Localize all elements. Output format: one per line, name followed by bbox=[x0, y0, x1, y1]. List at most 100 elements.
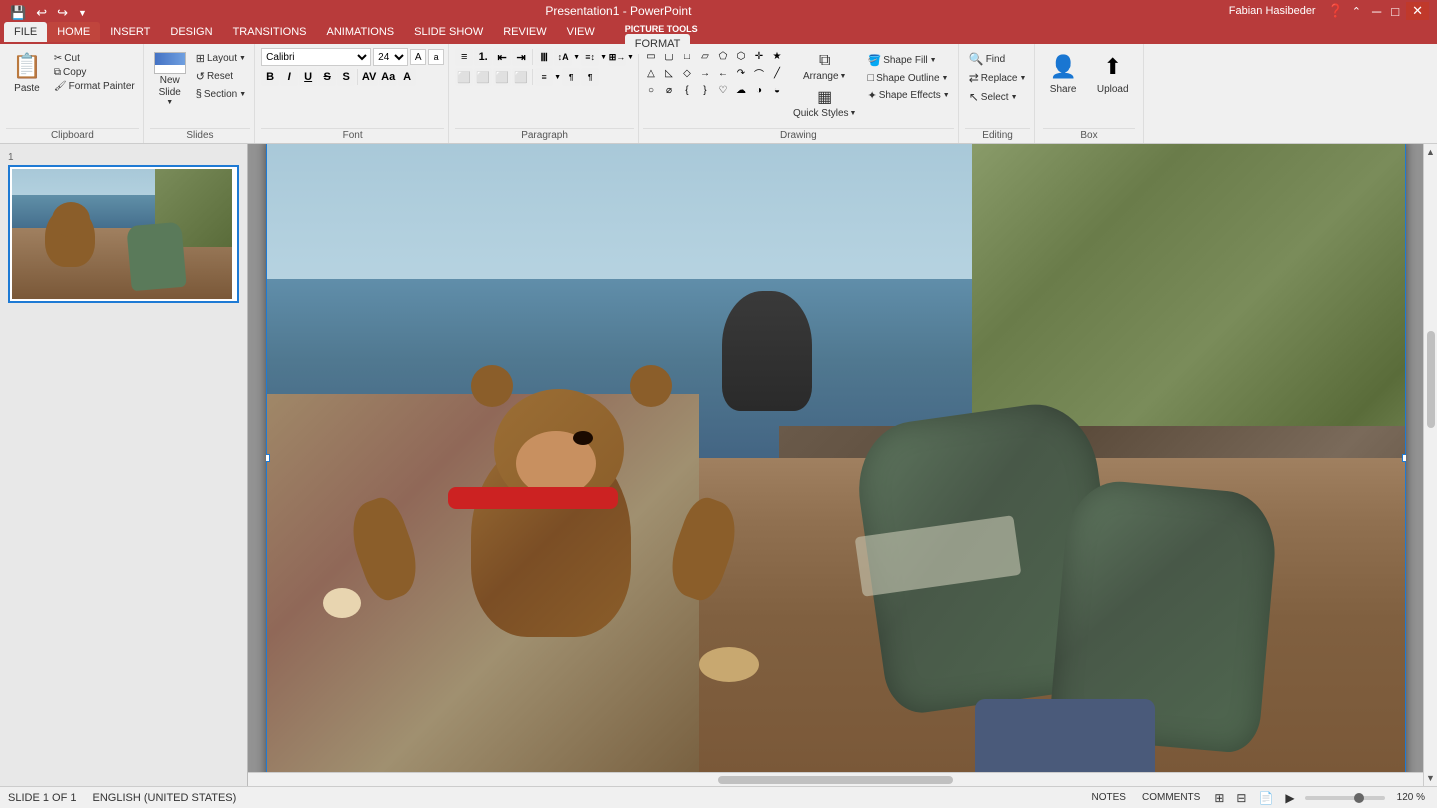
paste-button[interactable]: 📋 Paste bbox=[6, 48, 48, 98]
tab-transitions[interactable]: TRANSITIONS bbox=[223, 22, 317, 42]
textdir-dropdown[interactable]: ▼ bbox=[573, 54, 580, 61]
horizontal-scrollbar[interactable] bbox=[248, 772, 1423, 786]
save-icon[interactable]: 💾 bbox=[8, 4, 28, 22]
tab-view[interactable]: VIEW bbox=[557, 22, 605, 42]
arrange-button[interactable]: ⧉ Arrange ▼ bbox=[789, 50, 861, 84]
shape-plus[interactable]: ✛ bbox=[751, 48, 767, 64]
qat-dropdown-icon[interactable]: ▼ bbox=[76, 7, 89, 19]
close-btn[interactable]: ✕ bbox=[1406, 2, 1429, 20]
shape-custom2[interactable]: ◒ bbox=[769, 82, 785, 98]
justify-button[interactable]: ⬜ bbox=[512, 68, 530, 86]
linespacing-dropdown[interactable]: ▼ bbox=[554, 74, 561, 81]
underline-button[interactable]: U bbox=[299, 68, 317, 86]
aligntext-dropdown[interactable]: ▼ bbox=[600, 54, 607, 61]
quick-styles-button[interactable]: ▦ Quick Styles ▼ bbox=[789, 85, 861, 121]
decrease-indent-button[interactable]: ⇤ bbox=[493, 48, 511, 66]
font-color-button[interactable]: A bbox=[398, 68, 416, 86]
slide-thumbnail[interactable] bbox=[8, 165, 239, 303]
scrollbar-v-thumb[interactable] bbox=[1427, 331, 1435, 427]
rtl-button[interactable]: ¶ bbox=[562, 68, 580, 86]
layout-button[interactable]: ⊞ Layout ▼ bbox=[192, 50, 250, 67]
shape-freeform[interactable]: ⌀ bbox=[661, 82, 677, 98]
view-normal-btn[interactable]: ⊞ bbox=[1212, 791, 1226, 805]
section-button[interactable]: § Section ▼ bbox=[192, 86, 250, 102]
shape-arrow-left[interactable]: ← bbox=[715, 65, 731, 81]
shape-fill-button[interactable]: 🪣 Shape Fill ▼ bbox=[863, 52, 953, 69]
redo-icon[interactable]: ↪ bbox=[55, 4, 70, 22]
tab-file[interactable]: FILE bbox=[4, 22, 47, 42]
replace-button[interactable]: ⇄ Replace ▼ bbox=[965, 69, 1031, 87]
tab-design[interactable]: DESIGN bbox=[160, 22, 222, 42]
tab-format[interactable]: FORMAT bbox=[625, 34, 691, 54]
charspacing-button[interactable]: AV bbox=[360, 68, 378, 86]
view-reading-btn[interactable]: 📄 bbox=[1256, 791, 1275, 805]
shape-line[interactable]: ╱ bbox=[769, 65, 785, 81]
select-button[interactable]: ↖ Select ▼ bbox=[965, 88, 1031, 106]
comments-button[interactable]: COMMENTS bbox=[1138, 791, 1204, 804]
zoom-thumb[interactable] bbox=[1354, 793, 1364, 803]
shape-curved-arrow[interactable]: ↷ bbox=[733, 65, 749, 81]
textshadow-button[interactable]: S bbox=[337, 68, 355, 86]
tab-insert[interactable]: INSERT bbox=[100, 22, 160, 42]
canvas-area[interactable] bbox=[248, 144, 1423, 772]
new-slide-button[interactable]: New Slide ▼ bbox=[150, 48, 190, 110]
shape-pentagon[interactable]: ⬠ bbox=[715, 48, 731, 64]
increase-font-button[interactable]: A bbox=[410, 49, 426, 65]
shape-custom1[interactable]: ◑ bbox=[751, 82, 767, 98]
scrollbar-h-thumb[interactable] bbox=[718, 776, 953, 784]
zoom-level[interactable]: 120 % bbox=[1393, 792, 1429, 803]
scrollbar-up-arrow[interactable]: ▲ bbox=[1423, 144, 1437, 160]
cols-button[interactable]: Ⅲ bbox=[535, 48, 553, 66]
shape-right-triangle[interactable]: ◺ bbox=[661, 65, 677, 81]
strikethrough-button[interactable]: S bbox=[318, 68, 336, 86]
shape-hexagon[interactable]: ⬡ bbox=[733, 48, 749, 64]
smartart-dropdown[interactable]: ▼ bbox=[627, 54, 634, 61]
shape-connector[interactable]: ⌒ bbox=[751, 65, 767, 81]
shape-outline-button[interactable]: □ Shape Outline ▼ bbox=[863, 70, 953, 86]
reset-button[interactable]: ↺ Reset bbox=[192, 68, 250, 85]
copy-button[interactable]: ⧉ Copy bbox=[50, 66, 139, 79]
shape-brace[interactable]: { bbox=[679, 82, 695, 98]
view-slidesorter-btn[interactable]: ⊟ bbox=[1234, 791, 1248, 805]
cut-button[interactable]: ✂ Cut bbox=[50, 52, 139, 65]
view-slideshow-btn[interactable]: ▶ bbox=[1283, 791, 1296, 805]
bullets-button[interactable]: ≡ bbox=[455, 48, 473, 66]
bold-button[interactable]: B bbox=[261, 68, 279, 86]
ltr-button[interactable]: ¶ bbox=[581, 68, 599, 86]
increase-indent-button[interactable]: ⇥ bbox=[512, 48, 530, 66]
shape-arrow-right[interactable]: → bbox=[697, 65, 713, 81]
shape-cloud[interactable]: ☁ bbox=[733, 82, 749, 98]
align-center-button[interactable]: ⬜ bbox=[474, 68, 492, 86]
minimize-btn[interactable]: ─ bbox=[1369, 4, 1384, 19]
share-button[interactable]: 👤 Share bbox=[1043, 52, 1082, 97]
notes-button[interactable]: NOTES bbox=[1088, 791, 1130, 804]
shape-oval[interactable]: ○ bbox=[643, 82, 659, 98]
numbering-button[interactable]: 1. bbox=[474, 48, 492, 66]
vertical-scrollbar[interactable]: ▲ ▼ bbox=[1423, 144, 1437, 786]
align-left-button[interactable]: ⬜ bbox=[455, 68, 473, 86]
shape-brace2[interactable]: } bbox=[697, 82, 713, 98]
aligntext-button[interactable]: ≡↕ bbox=[581, 48, 599, 66]
upload-button[interactable]: ⬆ Upload bbox=[1091, 52, 1135, 97]
undo-icon[interactable]: ↩ bbox=[34, 4, 49, 22]
scrollbar-down-arrow[interactable]: ▼ bbox=[1423, 770, 1437, 786]
shape-diamond[interactable]: ◇ bbox=[679, 65, 695, 81]
help-icon[interactable]: ❓ bbox=[1328, 3, 1344, 19]
find-button[interactable]: 🔍 Find bbox=[965, 50, 1031, 68]
new-slide-dropdown[interactable]: ▼ bbox=[166, 99, 173, 106]
shape-heart[interactable]: ♡ bbox=[715, 82, 731, 98]
clear-formatting-button[interactable]: Aa bbox=[379, 68, 397, 86]
ribbon-collapse-icon[interactable]: ⌃ bbox=[1352, 5, 1361, 18]
tab-review[interactable]: REVIEW bbox=[493, 22, 556, 42]
tab-animations[interactable]: ANIMATIONS bbox=[317, 22, 405, 42]
font-family-select[interactable]: Calibri bbox=[261, 48, 371, 66]
textdir-button[interactable]: ↕A bbox=[554, 48, 572, 66]
tab-slideshow[interactable]: SLIDE SHOW bbox=[404, 22, 493, 42]
shape-triangle[interactable]: △ bbox=[643, 65, 659, 81]
zoom-slider[interactable] bbox=[1305, 796, 1385, 800]
smartart-button[interactable]: ⊞→ bbox=[608, 48, 626, 66]
tab-home[interactable]: HOME bbox=[47, 22, 100, 42]
linespacing-button[interactable]: ≡ bbox=[535, 68, 553, 86]
shape-effects-button[interactable]: ✦ Shape Effects ▼ bbox=[863, 87, 953, 104]
handle-middle-left[interactable] bbox=[266, 454, 270, 462]
